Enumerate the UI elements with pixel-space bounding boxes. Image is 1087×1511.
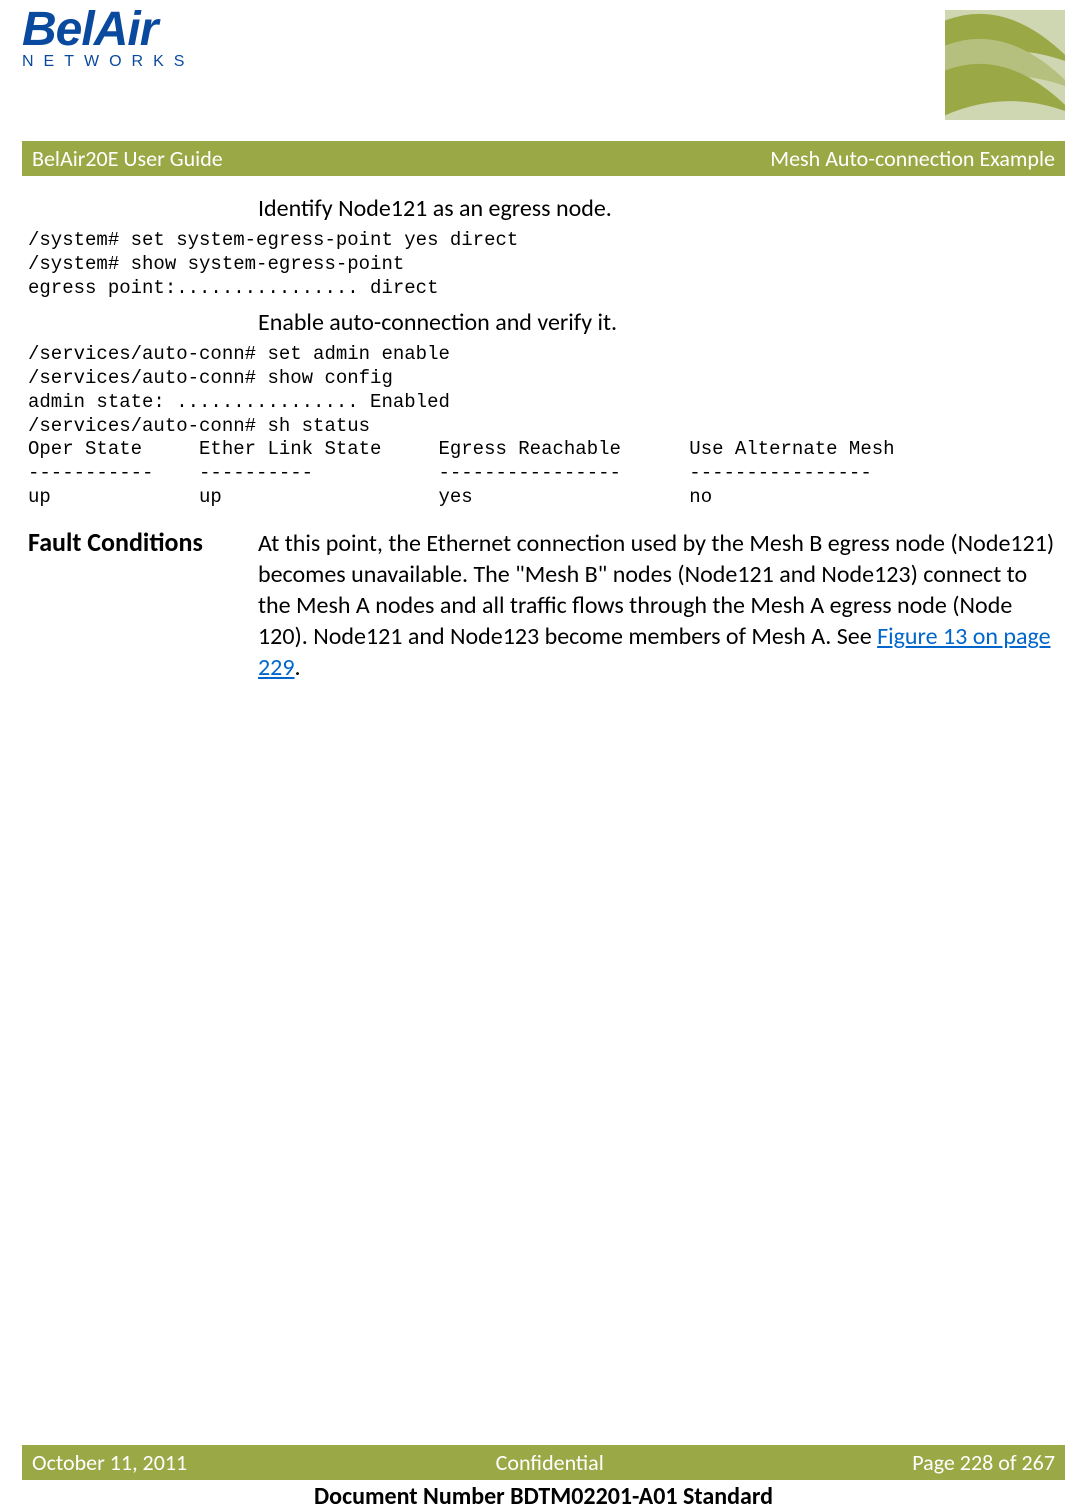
fault-conditions-section: Fault Conditions At this point, the Ethe… bbox=[28, 528, 1059, 684]
code-block-1: /system# set system-egress-point yes dir… bbox=[28, 229, 1059, 300]
title-bar-left: BelAir20E User Guide bbox=[32, 145, 223, 172]
footer-bar: October 11, 2011 Confidential Page 228 o… bbox=[22, 1445, 1065, 1480]
logo-brand: BelAir bbox=[22, 10, 194, 51]
section-heading: Fault Conditions bbox=[28, 528, 258, 558]
document-number: Document Number BDTM02201-A01 Standard bbox=[22, 1482, 1065, 1511]
footer-page: Page 228 of 267 bbox=[912, 1449, 1055, 1476]
section-body: At this point, the Ethernet connection u… bbox=[258, 528, 1059, 684]
body-text-2: . bbox=[295, 653, 301, 682]
title-bar-right: Mesh Auto-connection Example bbox=[770, 145, 1055, 172]
logo: BelAir NETWORKS bbox=[22, 10, 194, 71]
swoosh-icon bbox=[945, 10, 1065, 125]
content-area: Identify Node121 as an egress node. /sys… bbox=[22, 194, 1065, 683]
title-bar: BelAir20E User Guide Mesh Auto-connectio… bbox=[22, 141, 1065, 176]
logo-subtext: NETWORKS bbox=[22, 53, 194, 71]
instruction-2: Enable auto-connection and verify it. bbox=[258, 308, 1059, 337]
code-block-2: /services/auto-conn# set admin enable /s… bbox=[28, 343, 1059, 509]
footer-date: October 11, 2011 bbox=[32, 1449, 187, 1476]
header-row: BelAir NETWORKS bbox=[22, 10, 1065, 125]
footer-confidential: Confidential bbox=[496, 1449, 604, 1476]
instruction-1: Identify Node121 as an egress node. bbox=[258, 194, 1059, 223]
